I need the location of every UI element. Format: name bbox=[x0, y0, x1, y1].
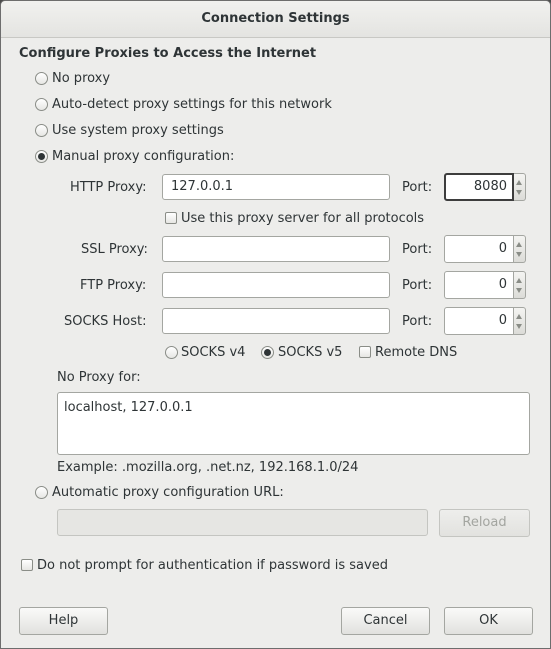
help-button[interactable]: Help bbox=[19, 607, 108, 635]
all-protocols-checkbox[interactable] bbox=[165, 212, 177, 224]
socks-port-arrows[interactable] bbox=[514, 307, 526, 335]
socks-v5-label[interactable]: SOCKS v5 bbox=[278, 345, 342, 360]
system-proxy-label[interactable]: Use system proxy settings bbox=[52, 123, 224, 138]
manual-proxy-label[interactable]: Manual proxy configuration: bbox=[52, 149, 234, 164]
no-prompt-auth-checkbox[interactable] bbox=[21, 559, 33, 571]
ftp-port-label: Port: bbox=[402, 278, 433, 293]
ssl-proxy-input[interactable] bbox=[162, 236, 390, 262]
ftp-port-spinner[interactable]: 0 bbox=[444, 271, 526, 299]
ftp-proxy-label: FTP Proxy: bbox=[80, 278, 147, 293]
auto-detect-label[interactable]: Auto-detect proxy settings for this netw… bbox=[52, 97, 332, 112]
ftp-port-arrows[interactable] bbox=[514, 271, 526, 299]
http-port-label: Port: bbox=[402, 180, 433, 195]
spin-down-icon[interactable] bbox=[516, 324, 522, 329]
spin-up-icon[interactable] bbox=[516, 180, 522, 185]
connection-settings-dialog: Connection Settings Configure Proxies to… bbox=[0, 0, 551, 649]
reload-button[interactable]: Reload bbox=[439, 509, 530, 537]
socks-port-spinner[interactable]: 0 bbox=[444, 307, 526, 335]
all-protocols-label[interactable]: Use this proxy server for all protocols bbox=[181, 211, 424, 226]
cancel-button[interactable]: Cancel bbox=[341, 607, 430, 635]
ok-button[interactable]: OK bbox=[444, 607, 533, 635]
http-port-spinner[interactable]: 8080 bbox=[444, 173, 526, 201]
remote-dns-label[interactable]: Remote DNS bbox=[375, 345, 457, 360]
spin-up-icon[interactable] bbox=[516, 242, 522, 247]
ssl-port-arrows[interactable] bbox=[514, 235, 526, 263]
socks-port-input[interactable]: 0 bbox=[444, 307, 514, 335]
section-heading: Configure Proxies to Access the Internet bbox=[19, 46, 317, 61]
no-prompt-auth-label[interactable]: Do not prompt for authentication if pass… bbox=[37, 558, 388, 573]
window-title: Connection Settings bbox=[201, 11, 350, 26]
socks-v5-radio[interactable] bbox=[261, 346, 274, 359]
ssl-port-spinner[interactable]: 0 bbox=[444, 235, 526, 263]
socks-v4-label[interactable]: SOCKS v4 bbox=[181, 345, 245, 360]
no-proxy-example: Example: .mozilla.org, .net.nz, 192.168.… bbox=[57, 460, 359, 475]
remote-dns-checkbox[interactable] bbox=[359, 346, 371, 358]
auto-detect-radio[interactable] bbox=[35, 98, 48, 111]
auto-config-url-input[interactable] bbox=[57, 509, 428, 536]
socks-host-label: SOCKS Host: bbox=[64, 314, 147, 329]
ssl-proxy-label: SSL Proxy: bbox=[81, 242, 148, 257]
http-proxy-input[interactable]: 127.0.0.1 bbox=[162, 174, 390, 200]
socks-port-label: Port: bbox=[402, 314, 433, 329]
auto-config-radio[interactable] bbox=[35, 486, 48, 499]
http-port-arrows[interactable] bbox=[514, 173, 526, 201]
auto-config-label[interactable]: Automatic proxy configuration URL: bbox=[52, 485, 284, 500]
titlebar[interactable]: Connection Settings bbox=[1, 1, 550, 38]
spin-down-icon[interactable] bbox=[516, 252, 522, 257]
manual-proxy-radio[interactable] bbox=[35, 150, 48, 163]
no-proxy-for-label: No Proxy for: bbox=[57, 370, 141, 385]
http-port-input[interactable]: 8080 bbox=[444, 173, 514, 201]
spin-up-icon[interactable] bbox=[516, 314, 522, 319]
no-proxy-label[interactable]: No proxy bbox=[52, 71, 110, 86]
spin-down-icon[interactable] bbox=[516, 288, 522, 293]
system-proxy-radio[interactable] bbox=[35, 124, 48, 137]
spin-up-icon[interactable] bbox=[516, 278, 522, 283]
socks-host-input[interactable] bbox=[162, 308, 390, 334]
no-proxy-radio[interactable] bbox=[35, 72, 48, 85]
spin-down-icon[interactable] bbox=[516, 190, 522, 195]
ssl-port-label: Port: bbox=[402, 242, 433, 257]
socks-v4-radio[interactable] bbox=[165, 346, 178, 359]
ssl-port-input[interactable]: 0 bbox=[444, 235, 514, 263]
http-proxy-label: HTTP Proxy: bbox=[70, 180, 147, 195]
ftp-port-input[interactable]: 0 bbox=[444, 271, 514, 299]
ftp-proxy-input[interactable] bbox=[162, 272, 390, 298]
no-proxy-for-textarea[interactable]: localhost, 127.0.0.1 bbox=[57, 392, 530, 455]
